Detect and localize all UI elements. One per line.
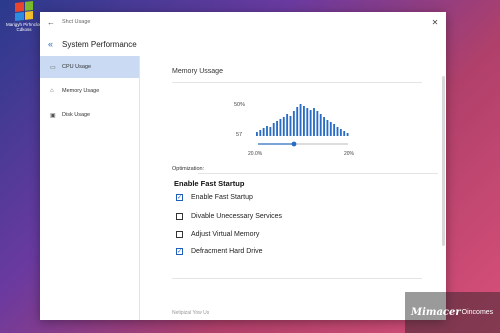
checkbox[interactable] bbox=[176, 213, 183, 220]
sidebar: ▭ CPU Usage ⌂ Memory Usage ▣ Disk Usage bbox=[40, 56, 140, 320]
option-enable-fast-startup[interactable]: ✓ Enable Fast Startup bbox=[176, 194, 253, 201]
checkbox[interactable]: ✓ bbox=[176, 248, 183, 255]
chart-bar bbox=[279, 119, 282, 136]
close-icon[interactable]: ✕ bbox=[424, 18, 446, 27]
divider bbox=[172, 82, 422, 83]
chart-bar bbox=[339, 129, 342, 136]
chart-bar bbox=[333, 124, 336, 136]
monitor-icon: ▭ bbox=[50, 64, 56, 71]
chart-bar bbox=[276, 121, 278, 136]
chart-bar bbox=[262, 128, 265, 136]
page-header: « System Performance bbox=[40, 32, 446, 56]
chart-bar bbox=[329, 122, 332, 136]
chart-bar bbox=[323, 117, 325, 136]
chart-bar bbox=[346, 133, 349, 136]
slider-left-label: 20.0% bbox=[248, 151, 263, 157]
chart-bar bbox=[309, 110, 312, 136]
main-content: Memory Ussage 50% 57 20.0% 20% Optimizat… bbox=[140, 56, 446, 320]
memory-usage-chart: 50% 57 20.0% 20% bbox=[234, 102, 355, 157]
option-adjust-virtual-memory[interactable]: Adjust Virtual Memory bbox=[176, 231, 259, 238]
chart-bar bbox=[266, 126, 268, 136]
sidebar-item-memory-usage[interactable]: ⌂ Memory Usage bbox=[40, 80, 139, 102]
chart-bar bbox=[269, 127, 272, 136]
disk-icon: ▣ bbox=[50, 112, 56, 119]
chart-bar bbox=[299, 104, 302, 136]
divider bbox=[172, 278, 422, 279]
y-tick-label-top: 50% bbox=[234, 102, 245, 108]
chart-bar bbox=[259, 130, 262, 136]
desktop-shortcut[interactable]: Marigyh Pirhnclon Cdkoss bbox=[4, 1, 44, 32]
collapse-chevron-icon[interactable]: « bbox=[48, 39, 62, 49]
option-label: Divable Unecessary Services bbox=[191, 213, 283, 220]
optimization-label: Optimization: bbox=[172, 166, 205, 172]
chart-bar bbox=[303, 106, 305, 136]
window-title: Shct Usage bbox=[62, 19, 91, 25]
desktop-shortcut-caption: Marigyh Pirhnclon Cdkoss bbox=[5, 22, 42, 32]
chart-bar bbox=[292, 111, 295, 136]
option-label: Defracment Hard Drive bbox=[191, 248, 263, 255]
chart-bar bbox=[256, 132, 258, 136]
watermark: Mimacer Oincomes bbox=[405, 292, 500, 333]
chart-bar bbox=[272, 123, 275, 136]
checkbox[interactable]: ✓ bbox=[176, 194, 183, 201]
optimization-title: Enable Fast Startup bbox=[174, 179, 245, 188]
memory-icon: ⌂ bbox=[50, 88, 54, 94]
option-label: Enable Fast Startup bbox=[191, 194, 253, 201]
memory-section-title: Memory Ussage bbox=[172, 68, 223, 75]
sidebar-item-label: CPU Usage bbox=[62, 64, 92, 70]
divider bbox=[198, 173, 438, 174]
sidebar-item-label: Memory Usage bbox=[62, 88, 100, 94]
chart-bar bbox=[289, 116, 292, 136]
watermark-text: Oincomes bbox=[461, 309, 494, 316]
chart-bar bbox=[326, 120, 329, 136]
option-defragment-drive[interactable]: ✓ Defracment Hard Drive bbox=[176, 248, 263, 255]
sidebar-item-label: Disk Usage bbox=[62, 112, 91, 118]
option-disable-services[interactable]: Divable Unecessary Services bbox=[176, 213, 282, 220]
page-title: System Performance bbox=[62, 39, 137, 49]
chart-bar bbox=[286, 114, 289, 136]
chart-bar bbox=[306, 108, 309, 136]
chart-bar bbox=[343, 131, 346, 136]
back-arrow-icon[interactable]: ← bbox=[40, 18, 62, 27]
slider-right-label: 20% bbox=[344, 151, 355, 157]
watermark-brand: Mimacer bbox=[411, 307, 461, 318]
chart-bar bbox=[282, 117, 285, 136]
sidebar-item-cpu-usage[interactable]: ▭ CPU Usage bbox=[40, 56, 139, 78]
chart-bar bbox=[319, 114, 322, 136]
chart-bar bbox=[296, 107, 299, 136]
footnote-text: Netipizal Yow Us bbox=[172, 310, 210, 316]
option-label: Adjust Virtual Memory bbox=[191, 231, 260, 238]
settings-window: ← Shct Usage ✕ « System Performance ▭ CP… bbox=[40, 12, 446, 320]
windows-logo-icon bbox=[15, 1, 33, 21]
chart-bar bbox=[336, 127, 339, 136]
slider-thumb[interactable] bbox=[291, 141, 297, 147]
title-bar: ← Shct Usage ✕ bbox=[40, 12, 446, 32]
checkbox[interactable] bbox=[176, 231, 183, 238]
sidebar-item-disk-usage[interactable]: ▣ Disk Usage bbox=[40, 104, 139, 126]
y-tick-label-mid: 57 bbox=[236, 132, 242, 138]
vertical-scrollbar[interactable] bbox=[442, 76, 445, 246]
chart-bar bbox=[313, 108, 315, 136]
chart-bar bbox=[316, 111, 319, 136]
